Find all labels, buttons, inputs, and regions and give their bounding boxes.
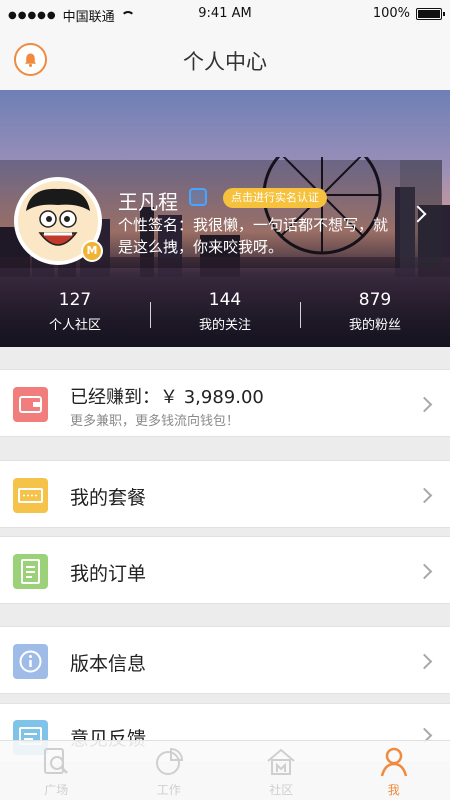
tab-label: 广场	[44, 783, 69, 797]
earnings-label: 已经赚到：￥ 3,989.00	[70, 387, 264, 408]
stat-followers[interactable]: 879 我的粉丝	[300, 290, 450, 340]
verified-icon	[189, 188, 207, 206]
person-icon	[380, 747, 407, 777]
tab-label: 社区	[269, 783, 294, 797]
member-badge: M	[81, 240, 103, 262]
stat-label: 我的粉丝	[348, 318, 401, 333]
profile-header: M 王凡程 点击进行实名认证 个性签名：我很懒，一句话都不想写，就是这么拽，你来…	[0, 90, 450, 347]
tab-label: 工作	[156, 783, 181, 797]
page-title: 个人中心	[183, 50, 267, 74]
battery-percent: 100%	[372, 6, 410, 21]
stat-label: 我的关注	[198, 318, 251, 333]
verify-button[interactable]: 点击进行实名认证	[223, 188, 327, 208]
stat-value: 144	[208, 290, 242, 310]
home-icon	[267, 748, 295, 775]
tab-work[interactable]: 工作	[113, 741, 226, 800]
version-label: 版本信息	[70, 653, 147, 675]
version-row[interactable]: 版本信息	[0, 626, 450, 694]
package-label: 我的套餐	[70, 487, 147, 509]
stat-following[interactable]: 144 我的关注	[150, 290, 300, 340]
order-label: 我的订单	[70, 563, 147, 585]
search-doc-icon	[44, 748, 69, 774]
status-bar: ●●●●● 中国联通 9:41 AM 100%	[0, 0, 450, 30]
ticket-icon	[13, 478, 48, 513]
stat-value: 127	[58, 290, 92, 310]
order-row[interactable]: 我的订单	[0, 536, 450, 604]
earnings-subtitle: 更多兼职，更多钱流向钱包！	[70, 414, 240, 429]
chevron-right-icon	[416, 487, 433, 504]
chevron-right-icon	[416, 563, 433, 580]
pie-chart-icon	[155, 747, 183, 775]
tab-me[interactable]: 我	[338, 741, 450, 800]
tab-label: 我	[387, 783, 400, 797]
tab-community[interactable]: 社区	[225, 741, 338, 800]
wallet-icon	[13, 387, 48, 422]
stat-community[interactable]: 127 个人社区	[0, 290, 150, 340]
stat-value: 879	[358, 290, 392, 310]
username: 王凡程	[118, 190, 178, 214]
battery-icon	[416, 7, 445, 20]
package-row[interactable]: 我的套餐	[0, 460, 450, 528]
nav-bar: 个人中心	[0, 30, 450, 90]
tab-square[interactable]: 广场	[0, 741, 113, 800]
signature: 个性签名：我很懒，一句话都不想写，就是这么拽，你来咬我呀。	[118, 216, 389, 256]
chevron-right-icon	[409, 205, 427, 223]
tab-bar: 广场 工作 社区 我	[0, 740, 450, 800]
chevron-right-icon	[416, 653, 433, 670]
earnings-row[interactable]: 已经赚到：￥ 3,989.00 更多兼职，更多钱流向钱包！	[0, 369, 450, 437]
chevron-right-icon	[416, 396, 433, 413]
profile-detail-button[interactable]	[400, 160, 442, 268]
stat-label: 个人社区	[48, 318, 101, 333]
info-icon	[13, 644, 48, 679]
stats-bar: 127 个人社区 144 我的关注 879 我的粉丝	[0, 290, 450, 340]
document-icon	[13, 554, 48, 589]
